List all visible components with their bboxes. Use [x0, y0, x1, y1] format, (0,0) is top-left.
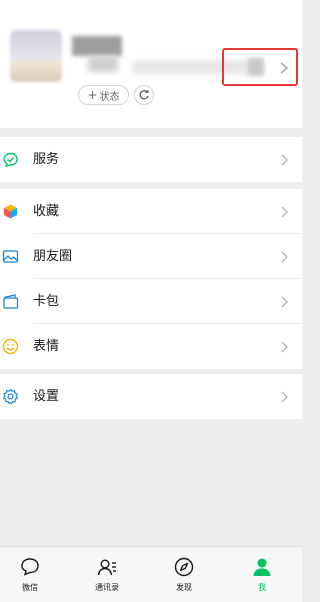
- menu-label-stickers: 表情: [33, 339, 60, 354]
- avatar[interactable]: [10, 30, 62, 82]
- wallet-icon: [3, 294, 19, 309]
- tab-contacts[interactable]: 通讯录: [77, 547, 137, 602]
- settings-group: 设置: [0, 374, 302, 419]
- menu-label-favorites: 收藏: [33, 204, 60, 219]
- tab-label-discover: 发现: [176, 583, 192, 592]
- highlight-annotation: [222, 48, 298, 86]
- main-menu-group: 收藏 朋友圈 卡包 表情: [0, 189, 302, 369]
- plus-icon: +: [87, 88, 98, 102]
- menu-label-settings: 设置: [33, 389, 60, 404]
- menu-label-cards: 卡包: [33, 294, 60, 309]
- moments-image-icon: [2, 250, 19, 263]
- status-refresh-button[interactable]: [134, 85, 154, 105]
- tab-label-contacts: 通讯录: [95, 583, 119, 592]
- nickname-blurred: [72, 36, 122, 56]
- chevron-right-icon: [281, 296, 288, 308]
- chevron-right-icon: [281, 251, 288, 263]
- tab-discover[interactable]: 发现: [154, 547, 214, 602]
- chat-bubble-icon: [21, 558, 39, 576]
- chevron-right-icon: [281, 154, 288, 166]
- menu-item-cards[interactable]: 卡包: [0, 279, 302, 324]
- menu-item-moments[interactable]: 朋友圈: [0, 234, 302, 279]
- person-icon: [253, 558, 271, 576]
- favorites-cube-icon: [4, 204, 17, 219]
- chevron-right-icon: [281, 391, 288, 403]
- services-group: 服务: [0, 137, 302, 182]
- refresh-icon: [139, 90, 149, 100]
- nickname-blurred-2: [88, 56, 118, 72]
- compass-icon: [174, 557, 194, 577]
- menu-item-services[interactable]: 服务: [0, 137, 302, 182]
- tab-label-chats: 微信: [22, 583, 38, 592]
- gear-icon: [3, 388, 18, 405]
- tab-chats[interactable]: 微信: [0, 547, 60, 602]
- add-status-button[interactable]: + 状态: [78, 85, 129, 105]
- menu-item-favorites[interactable]: 收藏: [0, 189, 302, 234]
- services-icon: [3, 152, 18, 167]
- status-label: 状态: [99, 91, 120, 103]
- chevron-right-icon: [281, 206, 288, 218]
- menu-item-settings[interactable]: 设置: [0, 374, 302, 419]
- tab-label-me: 我: [258, 583, 266, 592]
- chevron-right-icon: [281, 341, 288, 353]
- profile-header[interactable]: + 状态: [0, 0, 302, 128]
- menu-item-stickers[interactable]: 表情: [0, 324, 302, 369]
- contacts-icon: [97, 559, 116, 576]
- bottom-tab-bar: 微信 通讯录 发现 我: [0, 546, 302, 602]
- smiley-icon: [2, 338, 19, 355]
- menu-label-moments: 朋友圈: [33, 249, 73, 264]
- tab-me[interactable]: 我: [232, 547, 292, 602]
- menu-label-services: 服务: [33, 152, 60, 167]
